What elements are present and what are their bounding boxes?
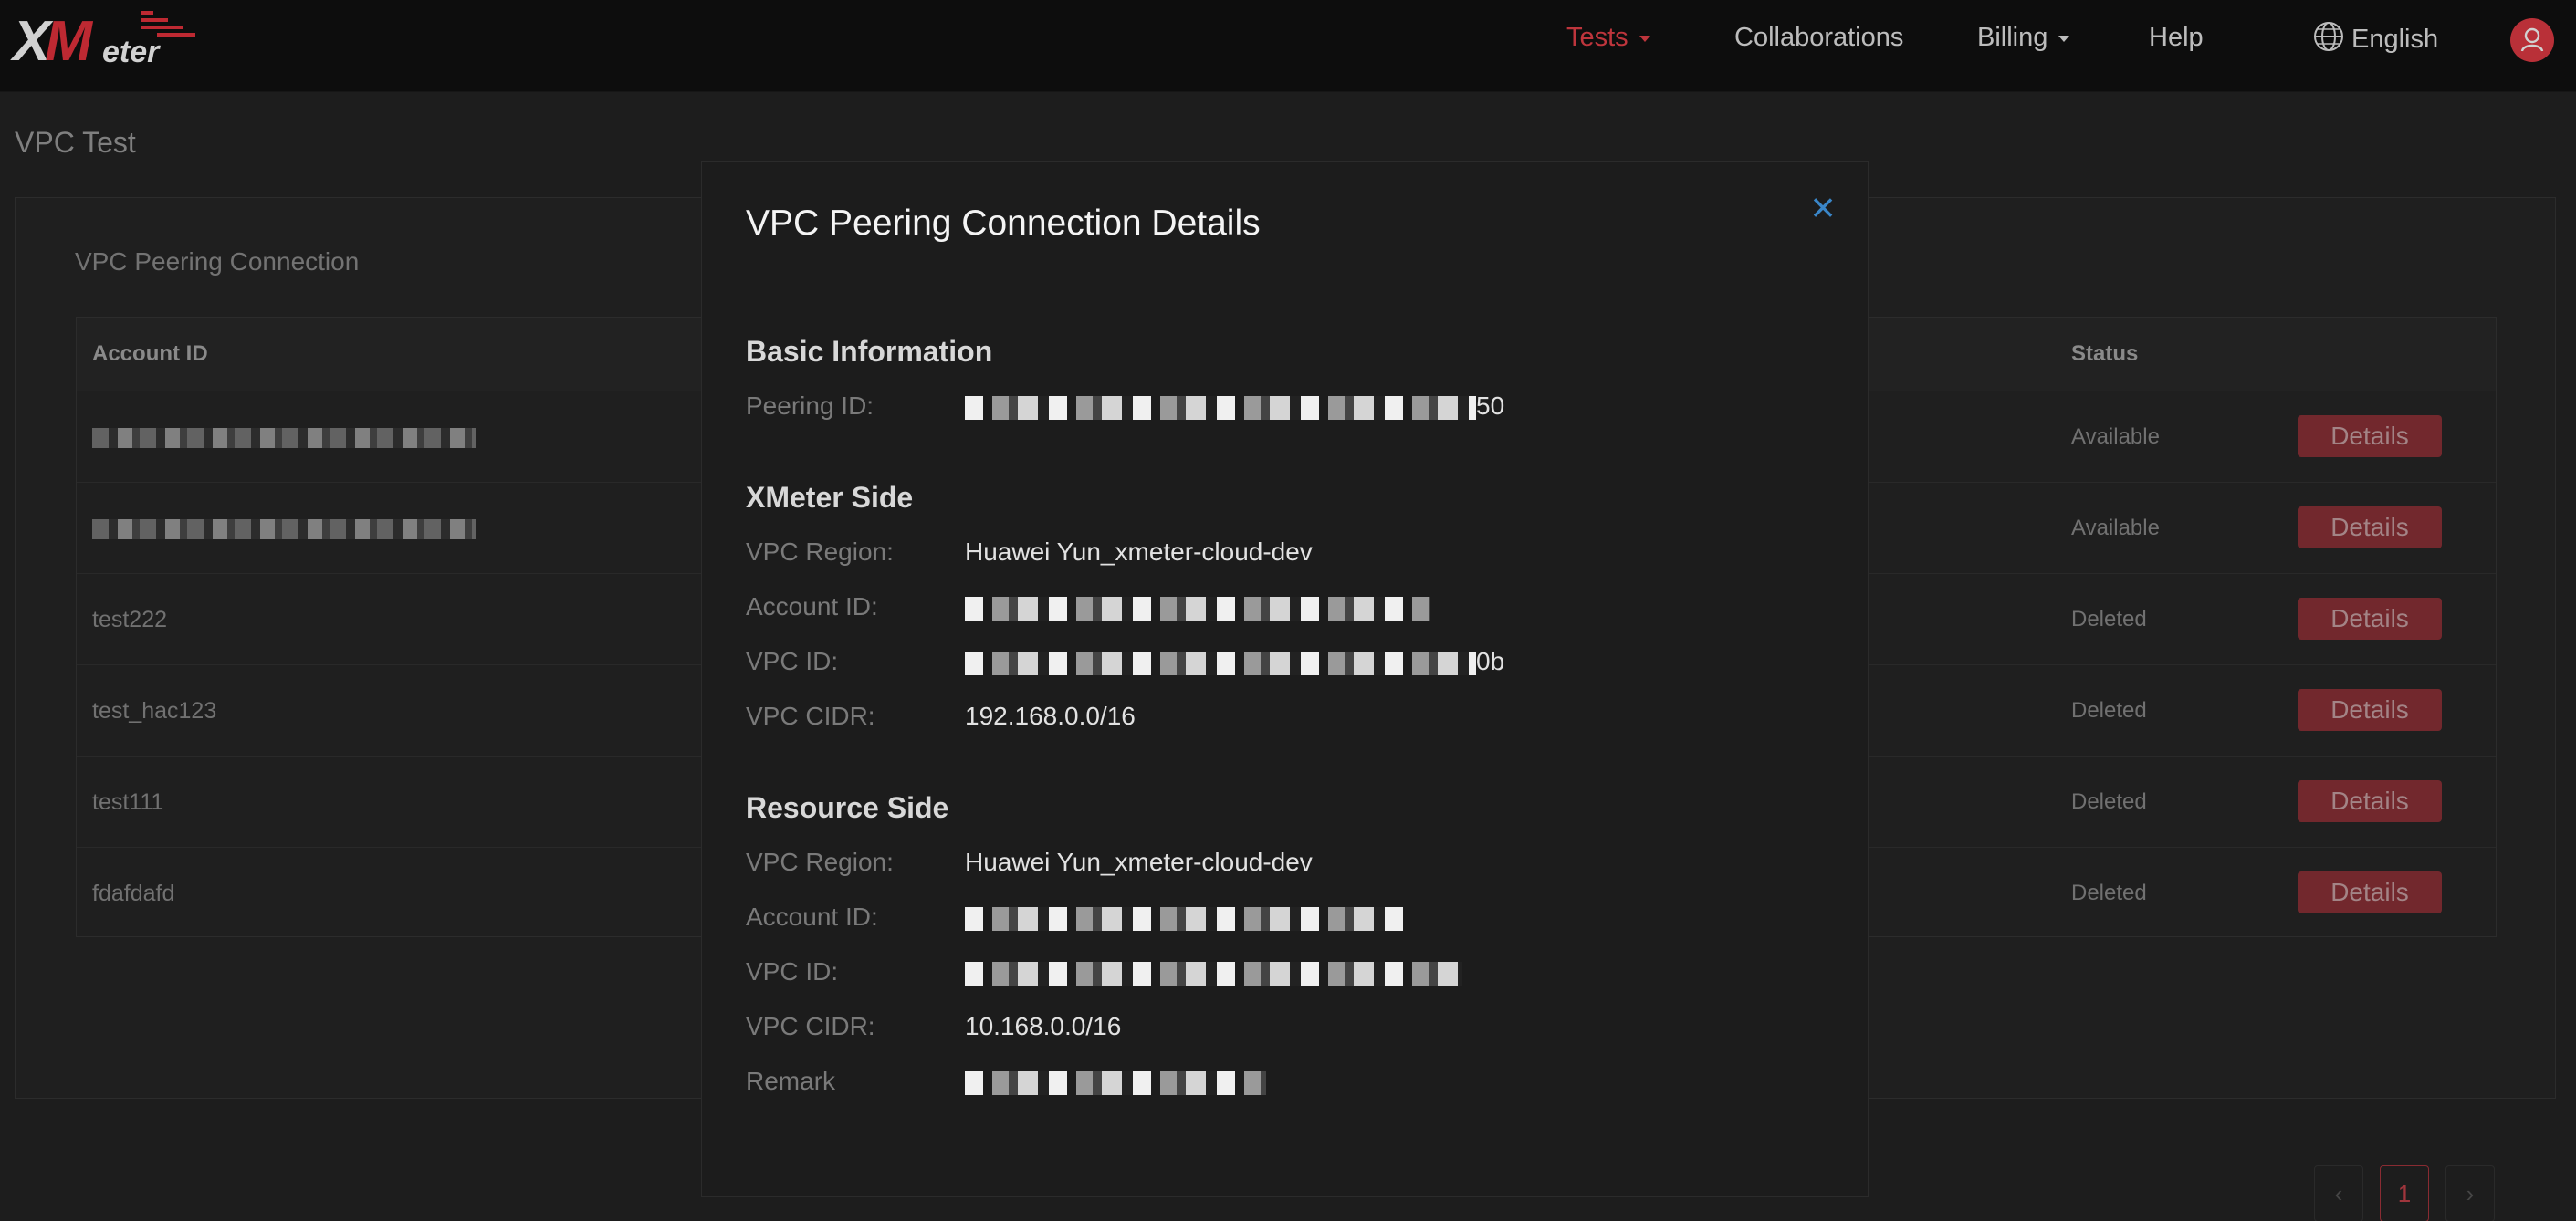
xmeter-vpc-region-label: VPC Region: <box>746 537 894 566</box>
peering-id-label: Peering ID: <box>746 391 874 420</box>
xmeter-vpc-cidr-value: 192.168.0.0/16 <box>965 702 1136 730</box>
section-xmeter-side: XMeter Side <box>746 481 914 514</box>
resource-vpc-region-value: Huawei Yun_xmeter-cloud-dev <box>965 848 1313 876</box>
xmeter-vpc-region-value: Huawei Yun_xmeter-cloud-dev <box>965 537 1313 566</box>
resource-vpc-cidr-value: 10.168.0.0/16 <box>965 1012 1122 1040</box>
section-resource-side: Resource Side <box>746 791 949 824</box>
peering-details-modal: VPC Peering Connection Details × Basic I… <box>701 161 1869 1197</box>
resource-vpc-id-label: VPC ID: <box>746 957 839 986</box>
redacted-value <box>965 906 1403 931</box>
redacted-value <box>965 961 1462 986</box>
resource-remark-label: Remark <box>746 1067 836 1095</box>
close-icon[interactable]: × <box>1805 186 1841 228</box>
resource-vpc-id-value <box>965 957 1462 986</box>
xmeter-vpc-id-value: 0b <box>965 647 1504 676</box>
resource-account-id-label: Account ID: <box>746 903 878 931</box>
resource-vpc-cidr-label: VPC CIDR: <box>746 1012 875 1040</box>
modal-header: VPC Peering Connection Details × <box>702 162 1868 287</box>
xmeter-vpc-cidr-label: VPC CIDR: <box>746 702 875 730</box>
xmeter-vpc-id-label: VPC ID: <box>746 647 839 675</box>
resource-vpc-region-label: VPC Region: <box>746 848 894 876</box>
redacted-value <box>965 596 1430 621</box>
resource-account-id-value <box>965 903 1403 932</box>
xmeter-account-id-value <box>965 592 1430 621</box>
modal-title: VPC Peering Connection Details <box>746 204 1261 243</box>
section-basic-information: Basic Information <box>746 335 993 368</box>
peering-id-value: 50 <box>965 391 1504 421</box>
resource-remark-value <box>965 1067 1266 1096</box>
redacted-value <box>965 651 1476 675</box>
redacted-value <box>965 395 1476 420</box>
redacted-value <box>965 1070 1266 1095</box>
xmeter-account-id-label: Account ID: <box>746 592 878 621</box>
